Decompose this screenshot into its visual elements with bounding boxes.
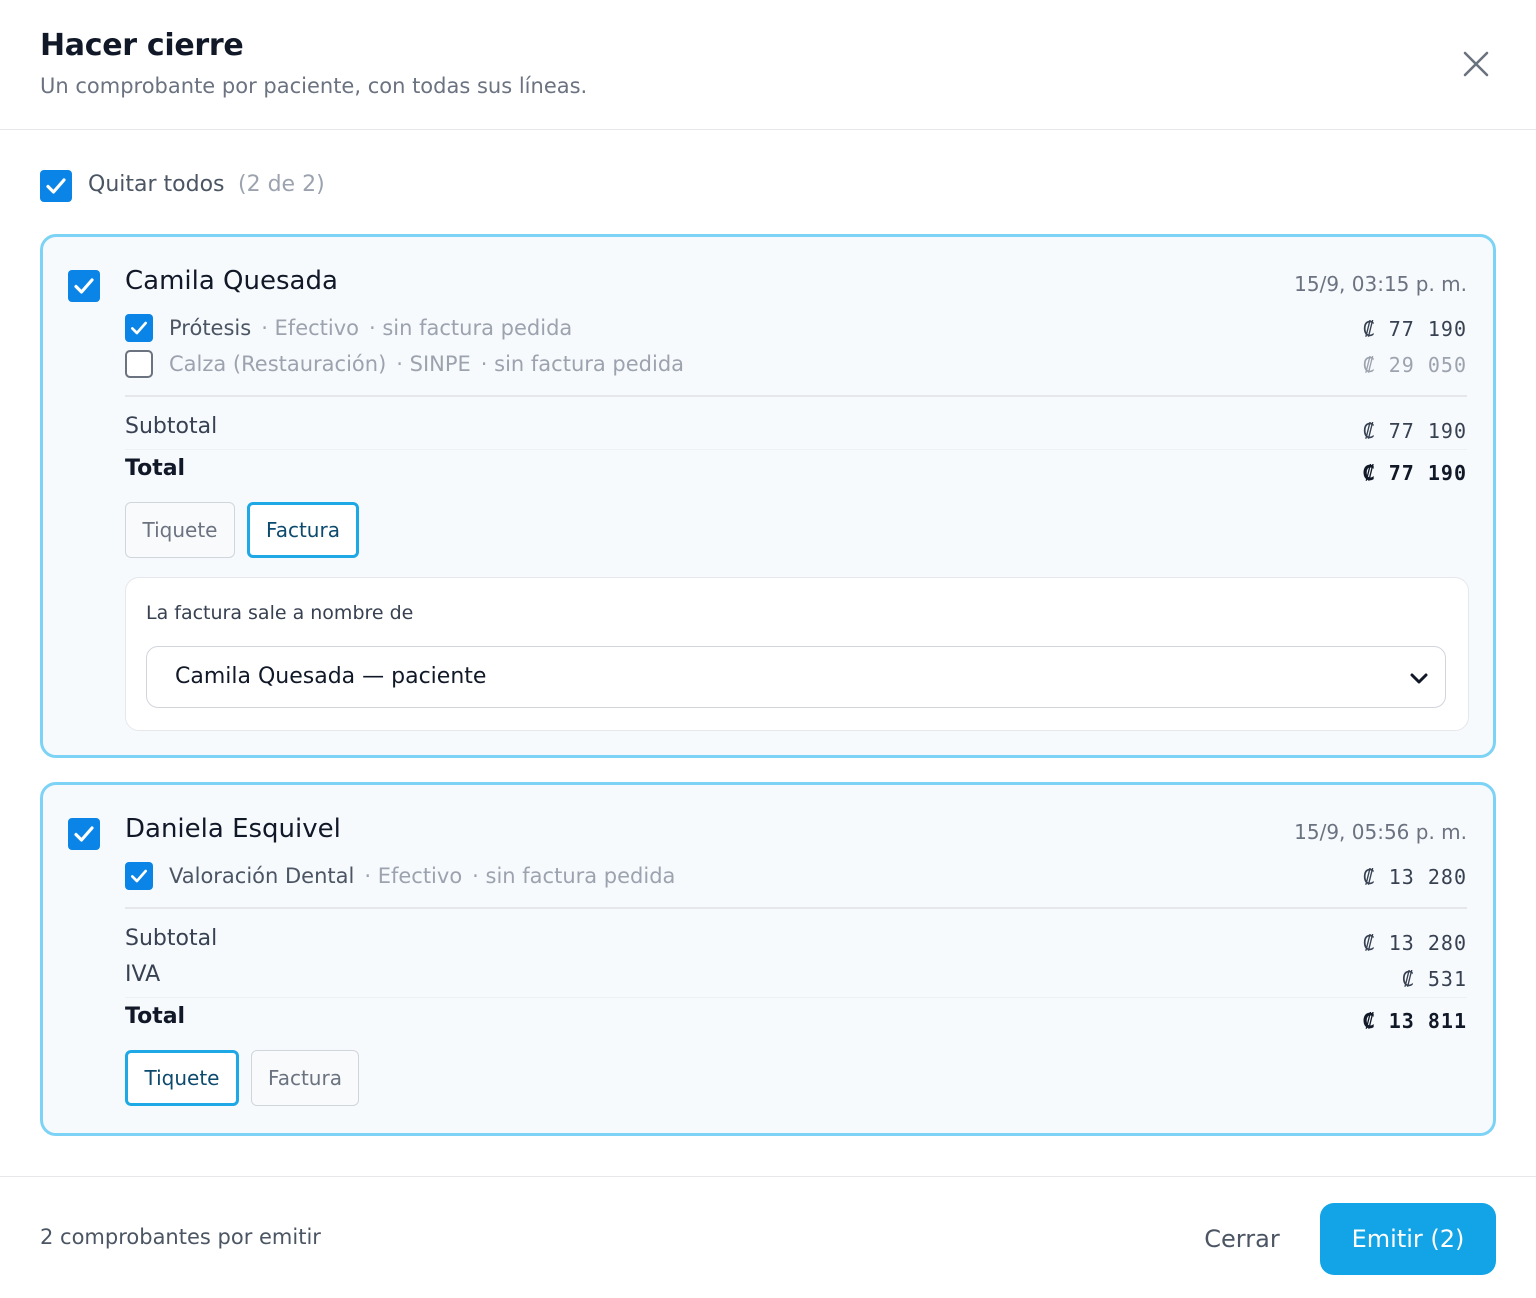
line-item-amount: ₡ 29 050 — [1362, 353, 1467, 377]
close-button[interactable] — [1456, 44, 1496, 84]
dialog-subtitle: Un comprobante por paciente, con todas s… — [40, 74, 588, 98]
patient-datetime: 15/9, 05:56 p. m. — [1294, 820, 1467, 844]
total-amount: ₡ 77 190 — [1362, 461, 1467, 485]
line-item-name: Calza (Restauración) — [169, 352, 387, 376]
patient-datetime: 15/9, 03:15 p. m. — [1294, 272, 1467, 296]
chevron-down-icon — [1410, 673, 1428, 684]
divider — [125, 395, 1467, 397]
patient-checkbox[interactable] — [68, 818, 100, 850]
line-item-status: · sin factura pedida — [369, 316, 573, 340]
patient-card: Camila Quesada 15/9, 03:15 p. m. Prótesi… — [40, 234, 1496, 758]
line-item-amount: ₡ 77 190 — [1362, 317, 1467, 341]
select-all-count: (2 de 2) — [238, 172, 325, 197]
line-item-method: · SINPE — [396, 352, 471, 376]
line-item-method: · Efectivo — [364, 864, 463, 888]
dialog-header: Hacer cierre Un comprobante por paciente… — [0, 0, 1536, 130]
patient-checkbox[interactable] — [68, 270, 100, 302]
emit-button[interactable]: Emitir (2) — [1320, 1203, 1496, 1275]
dialog-footer: 2 comprobantes por emitir Cerrar Emitir … — [0, 1176, 1536, 1298]
line-item-method: · Efectivo — [261, 316, 360, 340]
line-item-name: Prótesis — [169, 316, 252, 340]
total-label: Total — [125, 1004, 186, 1029]
dialog-title: Hacer cierre — [40, 28, 244, 63]
patient-name: Camila Quesada — [125, 266, 338, 296]
total-label: Total — [125, 456, 186, 481]
subtotal-amount: ₡ 77 190 — [1362, 419, 1467, 443]
cancel-button[interactable]: Cerrar — [1190, 1213, 1294, 1265]
pending-receipts-status: 2 comprobantes por emitir — [40, 1225, 321, 1249]
close-day-dialog: Hacer cierre Un comprobante por paciente… — [0, 0, 1536, 1298]
doc-type-tiquete[interactable]: Tiquete — [125, 1050, 239, 1106]
select-all-label: Quitar todos — [88, 172, 225, 197]
line-item-name: Valoración Dental — [169, 864, 355, 888]
invoice-recipient-value: Camila Quesada — paciente — [175, 664, 487, 689]
close-icon — [1463, 51, 1489, 77]
doc-type-factura[interactable]: Factura — [247, 502, 359, 558]
check-icon — [74, 826, 94, 842]
patient-card: Daniela Esquivel 15/9, 05:56 p. m. Valor… — [40, 782, 1496, 1136]
invoice-recipient-select[interactable]: Camila Quesada — paciente — [146, 646, 1446, 708]
divider — [125, 907, 1467, 909]
subtotal-label: Subtotal — [125, 926, 218, 951]
line-item: Prótesis · Efectivo · sin factura pedida — [125, 313, 572, 343]
line-item-status: · sin factura pedida — [480, 352, 685, 376]
patient-name: Daniela Esquivel — [125, 814, 341, 844]
divider — [125, 449, 1467, 450]
doc-type-factura[interactable]: Factura — [251, 1050, 359, 1106]
check-icon — [74, 278, 94, 294]
tax-label: IVA — [125, 962, 161, 987]
total-amount: ₡ 13 811 — [1362, 1009, 1467, 1033]
check-icon — [46, 178, 66, 194]
subtotal-label: Subtotal — [125, 414, 218, 439]
line-item-status: · sin factura pedida — [472, 864, 676, 888]
invoice-recipient-panel: La factura sale a nombre de Camila Quesa… — [125, 577, 1469, 731]
line-item: Valoración Dental · Efectivo · sin factu… — [125, 861, 675, 891]
invoice-recipient-label: La factura sale a nombre de — [146, 602, 414, 624]
divider — [125, 997, 1467, 998]
line-item: Calza (Restauración) · SINPE · sin factu… — [125, 349, 684, 379]
doc-type-tiquete[interactable]: Tiquete — [125, 502, 235, 558]
subtotal-amount: ₡ 13 280 — [1362, 931, 1467, 955]
tax-amount: ₡ 531 — [1401, 967, 1467, 991]
select-all-checkbox[interactable] — [40, 170, 72, 202]
line-item-amount: ₡ 13 280 — [1362, 865, 1467, 889]
